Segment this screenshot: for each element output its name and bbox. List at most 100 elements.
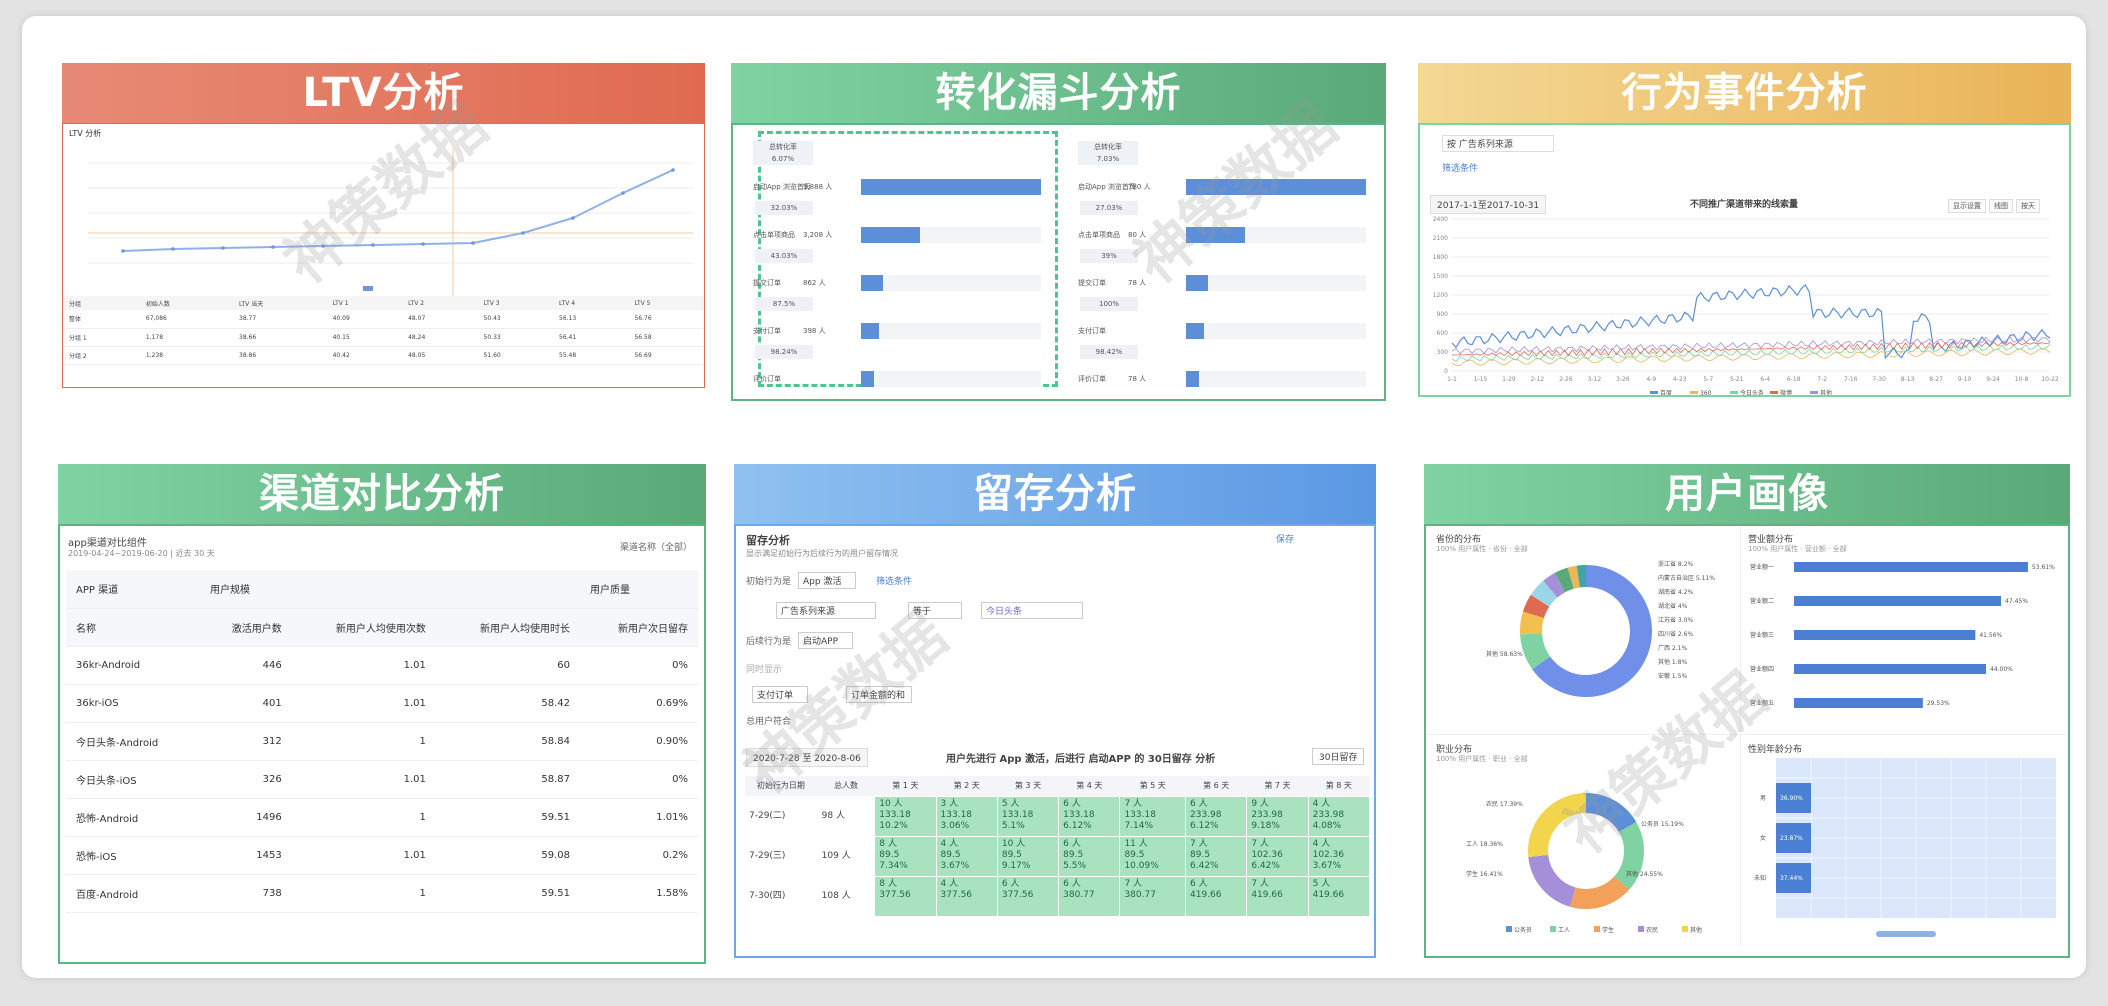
retention-start-select[interactable]: App 激活 xyxy=(798,572,857,589)
donut-segment[interactable] xyxy=(1528,793,1587,858)
retention-cell[interactable]: 5 人 133.18 5.1% xyxy=(996,795,1060,837)
donut-segment[interactable] xyxy=(1554,567,1575,593)
table-row[interactable]: 7-29(二) 98 人 10 人 133.18 10.2% 3 人 133.18 3.06%… xyxy=(744,795,1371,837)
retention-value-tag[interactable]: 今日头条 xyxy=(981,602,1084,619)
retention-card[interactable]: 留存分析 留存分析 保存 显示满足初始行为后续行为的用户留存情况 初始行为是 A… xyxy=(734,464,1376,958)
retention-op-select[interactable]: 等于 xyxy=(908,602,963,619)
funnel-bar[interactable] xyxy=(1186,179,1366,195)
funnel-bar[interactable] xyxy=(861,371,874,387)
donut-segment[interactable] xyxy=(1530,580,1558,608)
table-row[interactable]: 36kr-iOS 401 1.01 58.42 0.69% xyxy=(66,684,698,723)
retention-cell-line: 102.36 xyxy=(1251,849,1283,860)
retention-cell[interactable]: 10 人 89.5 9.17% xyxy=(996,835,1060,877)
retention-cell-line: 7 人 xyxy=(1124,798,1143,809)
retention-cell[interactable]: 8 人 377.56 xyxy=(874,875,937,917)
retention-add-filter[interactable]: 筛选条件 xyxy=(876,574,912,587)
donut-segment[interactable] xyxy=(1567,565,1580,589)
funnel-bar[interactable] xyxy=(861,179,1041,195)
channel-group-select[interactable]: 渠道名称（全部） xyxy=(620,540,692,553)
bar[interactable] xyxy=(1794,698,1923,708)
retention-cell[interactable]: 6 人 89.5 5.5% xyxy=(1058,835,1121,877)
bar[interactable] xyxy=(1794,664,1986,674)
table-row[interactable]: 7-29(三) 109 人8 人 89.5 7.34% 4 人 89.5 3.67% 10 人… xyxy=(744,835,1371,877)
retention-save-button[interactable]: 保存 xyxy=(1276,532,1294,545)
table-row[interactable]: 今日头条-Android 312 1 58.84 0.90% xyxy=(66,722,698,761)
event-view-button[interactable]: 显示设置 xyxy=(1948,199,1986,213)
event-line-chart: 2400 2100 1800 1500 1200 900 600 300 01-1 1-15 1-2… xyxy=(1433,216,2059,395)
retention-cell[interactable]: 3 人 133.18 3.06% xyxy=(935,795,998,837)
funnel-bar[interactable] xyxy=(1186,323,1204,339)
bar[interactable] xyxy=(1794,596,2002,606)
funnel-bar[interactable] xyxy=(1186,227,1246,243)
table-header-cell[interactable]: 激活用户数 xyxy=(200,608,292,647)
retention-cell[interactable]: 7 人 133.18 7.14% xyxy=(1119,795,1187,837)
retention-cell[interactable]: 10 人 133.18 10.2% xyxy=(874,795,937,837)
bar-label: 营业额五 xyxy=(1750,699,1774,707)
retention-cell[interactable]: 5 人 419.66 xyxy=(1307,875,1371,917)
retention-cell[interactable]: 7 人 380.77 xyxy=(1119,875,1187,917)
retention-return-select[interactable]: 启动APP xyxy=(798,632,854,649)
table-cell: 48.05 xyxy=(402,346,478,365)
bar[interactable] xyxy=(1794,562,2028,572)
donut-segment[interactable] xyxy=(1522,594,1550,619)
retention-cell[interactable]: 6 人 380.77 xyxy=(1058,875,1121,917)
retention-pay-select[interactable]: 支付订单 xyxy=(752,686,809,703)
donut-segment[interactable] xyxy=(1520,611,1545,635)
group-header-scale: 用户规模 xyxy=(200,570,581,609)
funnel-bar[interactable] xyxy=(1186,371,1199,387)
retention-cell[interactable]: 4 人 89.5 3.67% xyxy=(935,835,998,877)
x-tick-label: 10-22 xyxy=(2041,376,2059,383)
event-card[interactable]: 行为事件分析 按 广告系列来源 筛选条件 2017-1-1至2017-10-31… xyxy=(1418,63,2071,397)
retention-cell[interactable]: 6 人 233.98 6.12% xyxy=(1185,795,1248,837)
retention-date-picker[interactable]: 2020-7-28 至 2020-8-06 xyxy=(746,748,868,767)
funnel-bar[interactable] xyxy=(861,323,879,339)
funnel-bar[interactable] xyxy=(861,275,883,291)
x-tick-label: 3-26 xyxy=(1616,376,1630,383)
donut-segment[interactable] xyxy=(1528,854,1577,907)
retention-cell[interactable]: 8 人 89.5 7.34% xyxy=(874,835,937,877)
retention-cell[interactable]: 9 人 233.98 9.18% xyxy=(1246,795,1309,837)
table-header-cell: 分组 xyxy=(69,300,82,308)
retention-cell[interactable]: 6 人 133.18 6.12% xyxy=(1058,795,1121,837)
retention-cell[interactable]: 7 人 102.36 6.42% xyxy=(1246,835,1309,877)
retention-cell[interactable]: 4 人 233.98 4.08% xyxy=(1307,795,1371,837)
ltv-card[interactable]: LTV分析 LTV 分析 分组 初始人数 LTV 当天 LTV 1 LTV 2 LTV 3… xyxy=(62,63,705,388)
bar[interactable] xyxy=(1794,630,1976,640)
donut-segment[interactable] xyxy=(1543,572,1566,598)
retention-prop-select[interactable]: 广告系列来源 xyxy=(776,602,877,619)
donut-segment[interactable] xyxy=(1576,565,1587,588)
retention-cell[interactable]: 4 人 377.56 xyxy=(935,875,998,917)
table-row[interactable]: 36kr-Android 446 1.01 60 0% xyxy=(66,646,698,685)
retention-cell[interactable]: 7 人 89.5 6.42% xyxy=(1185,835,1248,877)
event-filter-select[interactable]: 按 广告系列来源 xyxy=(1442,135,1554,152)
event-view-button[interactable]: 按天 xyxy=(2016,199,2040,213)
donut-segment[interactable] xyxy=(1585,793,1637,833)
donut-segment[interactable] xyxy=(1520,632,1551,670)
table-row[interactable]: 7-30(四) 108 人8 人 377.56 4 人 377.56 6 人 377.56 6… xyxy=(744,875,1371,917)
retention-period-select[interactable]: 30日留存 xyxy=(1312,748,1365,765)
retention-pay-prop[interactable]: 订单金额的和 xyxy=(846,686,913,703)
funnel-card[interactable]: 转化漏斗分析 总转化率 6.07% 启动App 浏览首页 9,888 人 32.03% 点… xyxy=(731,63,1386,401)
retention-cell[interactable]: 6 人 377.56 xyxy=(996,875,1060,917)
donut-segment[interactable] xyxy=(1570,876,1630,909)
funnel-bar[interactable] xyxy=(1186,275,1208,291)
table-row[interactable]: 恐怖-Android 1496 1 59.51 1.01% xyxy=(66,798,698,837)
table-row[interactable]: 恐怖-iOS 1453 1.01 59.08 0.2% xyxy=(66,836,698,875)
table-header-cell[interactable]: 新用户人均使用时长 xyxy=(435,608,581,647)
event-view-button[interactable]: 线图 xyxy=(1989,199,2013,213)
retention-cell[interactable]: 11 人 89.5 10.09% xyxy=(1119,835,1187,877)
series-line xyxy=(1451,336,2051,355)
portrait-card[interactable]: 用户画像 省份的分布 100% 用户属性 · 省份 · 全部 营业额分布 100… xyxy=(1424,464,2070,958)
table-header-cell[interactable]: 新用户人均使用次数 xyxy=(291,608,436,647)
table-row[interactable]: 百度-Android 738 1 59.51 1.58% xyxy=(66,874,698,913)
table-header-cell[interactable]: 新用户次日留存 xyxy=(580,608,698,647)
channel-card[interactable]: 渠道对比分析 app渠道对比组件 2019-04-24~2019-06-20 |… xyxy=(58,464,706,964)
table-row[interactable]: 今日头条-iOS 326 1.01 58.87 0% xyxy=(66,760,698,799)
retention-cell[interactable]: 7 人 419.66 xyxy=(1246,875,1309,917)
retention-cell[interactable]: 4 人 102.36 3.67% xyxy=(1307,835,1371,877)
event-add-filter-link[interactable]: 筛选条件 xyxy=(1442,161,1478,174)
table-header-cell[interactable]: 名称 xyxy=(66,608,201,647)
retention-cell[interactable]: 6 人 419.66 xyxy=(1185,875,1248,917)
event-date-picker[interactable]: 2017-1-1至2017-10-31 xyxy=(1430,195,1547,214)
funnel-bar[interactable] xyxy=(861,227,921,243)
